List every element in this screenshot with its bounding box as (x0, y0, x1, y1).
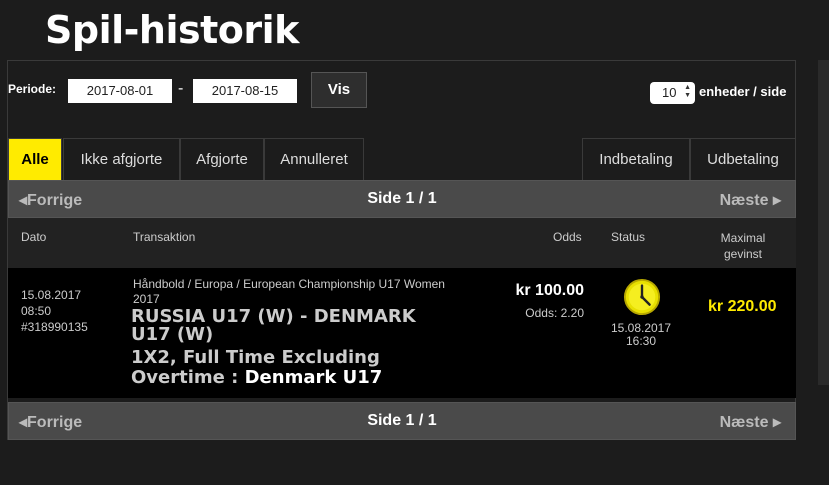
row-bet: 1X2, Full Time Excluding Overtime : Denm… (131, 348, 471, 388)
from-date-input[interactable] (68, 79, 172, 103)
scrollbar-track[interactable] (818, 60, 829, 385)
per-page-label: enheder / side (699, 84, 787, 99)
col-date: Dato (21, 230, 47, 244)
date-separator: - (178, 80, 184, 97)
row-max-win: kr 220.00 (708, 298, 777, 315)
next-page-link-bottom[interactable]: Næste ▸ (720, 412, 781, 432)
tab-afgjorte[interactable]: Afgjorte (180, 138, 264, 180)
page-title: Spil-historik (45, 8, 299, 52)
page-indicator: Side 1 / 1 (367, 190, 437, 207)
row-selection: Denmark U17 (244, 367, 383, 388)
row-category: Håndbold / Europa / European Championshi… (133, 277, 445, 306)
page-indicator-bottom: Side 1 / 1 (367, 412, 437, 429)
row-status-datetime: 15.08.2017 16:30 (605, 322, 677, 348)
next-label-bottom: Næste (719, 414, 769, 431)
row-time: 08:50 (21, 304, 52, 318)
row-status-time: 16:30 (625, 334, 657, 348)
period-label: Periode: (8, 82, 57, 96)
row-id: #318990135 (21, 320, 88, 334)
pager-bottom: ◂Forrige Side 1 / 1 Næste ▸ (8, 402, 796, 440)
col-odds: Odds (553, 230, 582, 244)
col-status: Status (611, 230, 646, 244)
row-stake: kr 100.00 (515, 282, 584, 299)
next-page-link[interactable]: Næste ▸ (720, 190, 781, 210)
row-date: 15.08.2017 (21, 288, 82, 302)
row-odds: Odds: 2.20 (525, 306, 584, 320)
to-date-input[interactable] (193, 79, 297, 103)
row-match: RUSSIA U17 (W) - DENMARK U17 (W) (131, 306, 416, 345)
per-page-value: 10 (662, 85, 677, 100)
tab-udbetaling[interactable]: Udbetaling (690, 138, 796, 180)
per-page-select[interactable]: 10 ▲ ▼ (650, 82, 695, 104)
next-label: Næste (719, 192, 769, 209)
tab-bar: Alle Ikke afgjorte Afgjorte Annulleret I… (8, 138, 796, 180)
table-row: 15.08.2017 08:50 #318990135 Håndbold / E… (8, 268, 796, 398)
pager-top: ◂Forrige Side 1 / 1 Næste ▸ (8, 180, 796, 218)
show-button[interactable]: Vis (311, 72, 367, 108)
table-header: Dato Transaktion Odds Status Maximal gev… (8, 218, 796, 268)
col-max-win: Maximal gevinst (720, 231, 766, 261)
tab-ikke-afgjorte[interactable]: Ikke afgjorte (63, 138, 180, 180)
select-arrows-icon: ▲ ▼ (684, 84, 691, 99)
tab-indbetaling[interactable]: Indbetaling (582, 138, 690, 180)
row-status-date: 15.08.2017 (610, 321, 672, 335)
col-transaction: Transaktion (133, 230, 196, 244)
tab-annulleret[interactable]: Annulleret (264, 138, 364, 180)
clock-icon (623, 278, 661, 316)
tab-alle[interactable]: Alle (8, 138, 62, 180)
